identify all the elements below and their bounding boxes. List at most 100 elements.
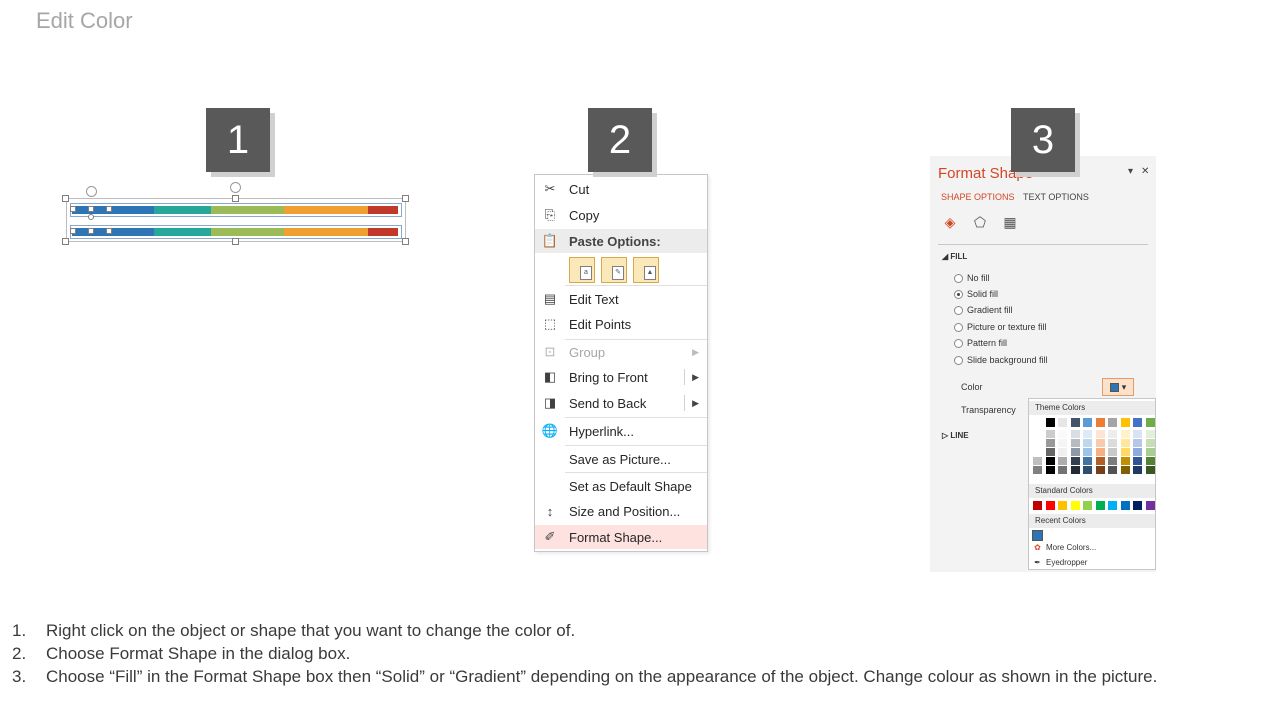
submenu-arrow-icon[interactable]: ▶ — [692, 398, 699, 409]
pane-options-dropdown-icon[interactable]: ▾ — [1128, 166, 1133, 177]
color-swatch[interactable] — [1083, 457, 1092, 465]
color-swatch[interactable] — [1133, 430, 1142, 438]
resize-handle[interactable] — [62, 238, 69, 245]
resize-handle[interactable] — [88, 206, 94, 212]
menu-item-hyperlink[interactable]: 🌐 Hyperlink... — [535, 419, 707, 443]
color-swatch[interactable] — [1070, 430, 1080, 438]
resize-handle[interactable] — [402, 238, 409, 245]
progress-bar-top[interactable] — [72, 206, 399, 214]
color-swatch[interactable] — [1058, 466, 1067, 474]
resize-handle[interactable] — [402, 195, 409, 202]
color-swatch[interactable] — [1133, 501, 1142, 510]
color-swatch[interactable] — [1032, 530, 1043, 541]
color-swatch[interactable] — [1108, 466, 1117, 474]
color-swatch[interactable] — [1058, 418, 1067, 427]
resize-handle[interactable] — [106, 206, 112, 212]
color-swatch[interactable] — [1083, 418, 1092, 427]
color-swatch[interactable] — [1070, 501, 1080, 510]
color-swatch[interactable] — [1145, 418, 1155, 427]
menu-item-edit-points[interactable]: ⬚ Edit Points — [535, 312, 707, 336]
color-swatch[interactable] — [1108, 430, 1117, 438]
color-swatch[interactable] — [1083, 466, 1092, 474]
color-swatch[interactable] — [1133, 448, 1142, 456]
color-swatch[interactable] — [1133, 457, 1142, 465]
more-colors-item[interactable]: ✿ More Colors... — [1033, 543, 1096, 552]
color-swatch[interactable] — [1083, 439, 1092, 447]
color-swatch[interactable] — [1095, 466, 1105, 474]
rotation-handle-icon[interactable] — [86, 186, 97, 197]
color-swatch[interactable] — [1133, 439, 1142, 447]
color-swatch[interactable] — [1095, 457, 1105, 465]
menu-item-format-shape[interactable]: ✐ Format Shape... — [535, 525, 707, 549]
menu-item-set-default-shape[interactable]: Set as Default Shape — [535, 474, 707, 498]
color-swatch[interactable] — [1120, 501, 1130, 510]
resize-handle[interactable] — [106, 228, 112, 234]
resize-handle[interactable] — [70, 228, 76, 234]
color-swatch[interactable] — [1033, 448, 1042, 456]
paste-destination-theme-icon[interactable]: ✎ — [601, 257, 627, 283]
color-swatch[interactable] — [1145, 448, 1155, 456]
fill-color-button[interactable]: ▾ — [1102, 378, 1134, 396]
radio-no-fill[interactable]: No fill — [954, 273, 990, 283]
color-swatch[interactable] — [1133, 418, 1142, 427]
submenu-arrow-icon[interactable]: ▶ — [692, 372, 699, 383]
tab-shape-options[interactable]: SHAPE OPTIONS — [941, 192, 1015, 202]
color-swatch[interactable] — [1108, 418, 1117, 427]
fill-line-icon[interactable]: ◈ — [940, 212, 960, 232]
color-swatch[interactable] — [1083, 501, 1092, 510]
color-swatch[interactable] — [1070, 418, 1080, 427]
color-swatch[interactable] — [1120, 430, 1130, 438]
color-swatch[interactable] — [1045, 448, 1055, 456]
radio-pattern-fill[interactable]: Pattern fill — [954, 338, 1007, 348]
paste-keep-source-icon[interactable]: a — [569, 257, 595, 283]
color-swatch[interactable] — [1108, 448, 1117, 456]
effects-icon[interactable]: ⬠ — [970, 212, 990, 232]
color-swatch[interactable] — [1145, 457, 1155, 465]
color-swatch[interactable] — [1045, 466, 1055, 474]
resize-handle[interactable] — [62, 195, 69, 202]
color-swatch[interactable] — [1095, 439, 1105, 447]
menu-item-cut[interactable]: ✂ Cut — [535, 177, 707, 201]
color-swatch[interactable] — [1145, 501, 1155, 510]
resize-handle[interactable] — [70, 206, 76, 212]
paste-picture-icon[interactable]: ▲ — [633, 257, 659, 283]
color-swatch[interactable] — [1045, 439, 1055, 447]
color-swatch[interactable] — [1045, 501, 1055, 510]
color-swatch[interactable] — [1083, 430, 1092, 438]
fill-section-header[interactable]: ◢ FILL — [942, 252, 967, 261]
color-swatch[interactable] — [1133, 466, 1142, 474]
radio-slide-background-fill[interactable]: Slide background fill — [954, 355, 1048, 365]
color-swatch[interactable] — [1058, 430, 1067, 438]
color-swatch[interactable] — [1120, 457, 1130, 465]
color-swatch[interactable] — [1095, 418, 1105, 427]
color-swatch[interactable] — [1045, 418, 1055, 427]
color-swatch[interactable] — [1058, 439, 1067, 447]
color-swatch[interactable] — [1120, 466, 1130, 474]
menu-item-copy[interactable]: ⎘ Copy — [535, 203, 707, 227]
color-swatch[interactable] — [1120, 448, 1130, 456]
eyedropper-item[interactable]: ✒ Eyedropper — [1033, 558, 1087, 567]
color-swatch[interactable] — [1058, 457, 1067, 465]
color-swatch[interactable] — [1058, 448, 1067, 456]
color-swatch[interactable] — [1045, 430, 1055, 438]
resize-handle[interactable] — [232, 238, 239, 245]
color-swatch[interactable] — [1070, 457, 1080, 465]
color-swatch[interactable] — [1045, 457, 1055, 465]
color-swatch[interactable] — [1108, 501, 1117, 510]
close-icon[interactable]: ✕ — [1141, 166, 1149, 177]
color-swatch[interactable] — [1145, 430, 1155, 438]
color-swatch[interactable] — [1083, 448, 1092, 456]
color-swatch[interactable] — [1033, 501, 1042, 510]
color-swatch[interactable] — [1033, 457, 1042, 465]
color-swatch[interactable] — [1033, 430, 1042, 438]
color-swatch[interactable] — [1108, 439, 1117, 447]
color-swatch[interactable] — [1095, 448, 1105, 456]
color-swatch[interactable] — [1058, 501, 1067, 510]
color-swatch[interactable] — [1145, 466, 1155, 474]
color-swatch[interactable] — [1095, 430, 1105, 438]
color-swatch[interactable] — [1070, 466, 1080, 474]
color-swatch[interactable] — [1033, 439, 1042, 447]
color-swatch[interactable] — [1095, 501, 1105, 510]
menu-item-send-to-back[interactable]: ◨ Send to Back ▶ — [535, 391, 707, 415]
color-swatch[interactable] — [1070, 439, 1080, 447]
